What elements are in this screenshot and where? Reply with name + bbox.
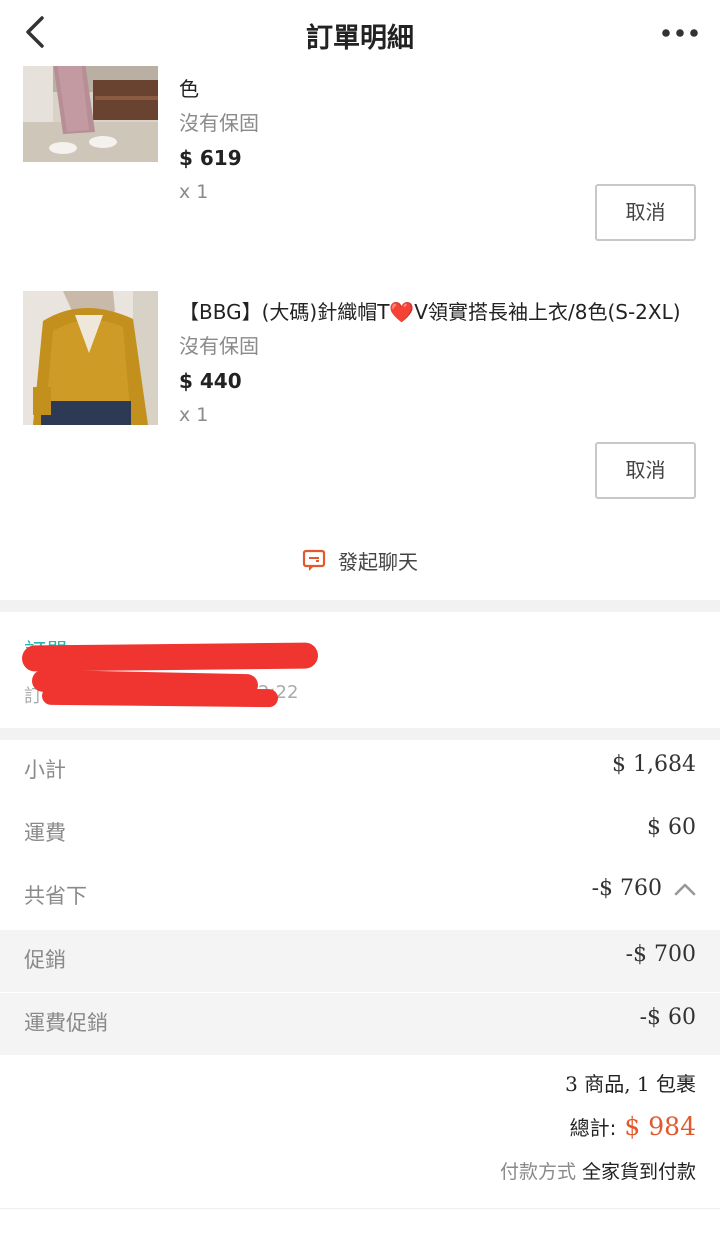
payment-method: 付款方式 全家貨到付款	[500, 1157, 696, 1184]
savings-row[interactable]: 共省下 -$ 760	[0, 866, 720, 928]
chat-label: 發起聊天	[338, 550, 418, 574]
product-quantity: x 1	[179, 404, 209, 426]
order-item: 色 沒有保固 $ 619 x 1 取消	[0, 62, 720, 270]
cancel-item-button[interactable]: 取消	[595, 184, 696, 241]
redaction-mark	[41, 686, 279, 708]
subtotal-row: 小計 $ 1,684	[0, 740, 720, 802]
subtotal-label: 小計	[24, 758, 66, 782]
promo-row: 促銷 -$ 700	[0, 930, 720, 992]
promo-value: -$ 700	[625, 942, 696, 967]
subtotal-value: $ 1,684	[612, 752, 696, 777]
product-thumbnail[interactable]	[23, 62, 158, 162]
count-text: 3 商品, 1 包裹	[565, 1072, 696, 1096]
redaction-mark	[21, 642, 319, 672]
item-package-count: 3 商品, 1 包裹	[565, 1068, 696, 1097]
section-divider	[0, 728, 720, 740]
shipping-value: $ 60	[647, 815, 696, 840]
cancel-item-button[interactable]: 取消	[595, 442, 696, 499]
product-name: 【BBG】(大碼)針織帽T❤️V領實搭長袖上衣/8色(S-2XL)	[179, 300, 681, 324]
shipping-promo-value: -$ 60	[639, 1005, 696, 1030]
promo-label: 促銷	[24, 948, 66, 972]
total-label: 總計:	[569, 1116, 617, 1140]
shipping-row: 運費 $ 60	[0, 803, 720, 865]
page-title: 訂單明細	[306, 23, 414, 54]
product-name: 色	[179, 77, 199, 101]
chevron-up-icon[interactable]	[674, 882, 696, 896]
total-value: $ 984	[624, 1112, 696, 1141]
savings-label: 共省下	[24, 884, 87, 908]
order-item: 【BBG】(大碼)針織帽T❤️V領實搭長袖上衣/8色(S-2XL) 沒有保固 $…	[0, 291, 720, 511]
start-chat-button[interactable]: 發起聊天	[0, 546, 720, 582]
product-price: $ 440	[179, 369, 242, 393]
payment-label: 付款方式	[499, 1161, 576, 1183]
grand-total: 總計: $ 984	[570, 1112, 696, 1141]
order-info: 訂單 訂 2:22	[0, 612, 720, 728]
product-price: $ 619	[179, 146, 242, 170]
product-thumbnail[interactable]	[23, 291, 158, 425]
savings-value: -$ 760	[591, 876, 662, 901]
payment-value: 全家貨到付款	[581, 1161, 696, 1183]
warranty-text: 沒有保固	[179, 334, 259, 358]
warranty-text: 沒有保固	[179, 111, 259, 135]
top-bar: 訂單明細	[0, 0, 720, 66]
shipping-promo-row: 運費促銷 -$ 60	[0, 993, 720, 1055]
section-divider	[0, 600, 720, 612]
chat-icon	[302, 549, 326, 571]
more-options-icon[interactable]	[658, 16, 702, 50]
shipping-label: 運費	[24, 821, 66, 845]
shipping-promo-label: 運費促銷	[24, 1011, 108, 1035]
bottom-divider	[0, 1208, 720, 1209]
